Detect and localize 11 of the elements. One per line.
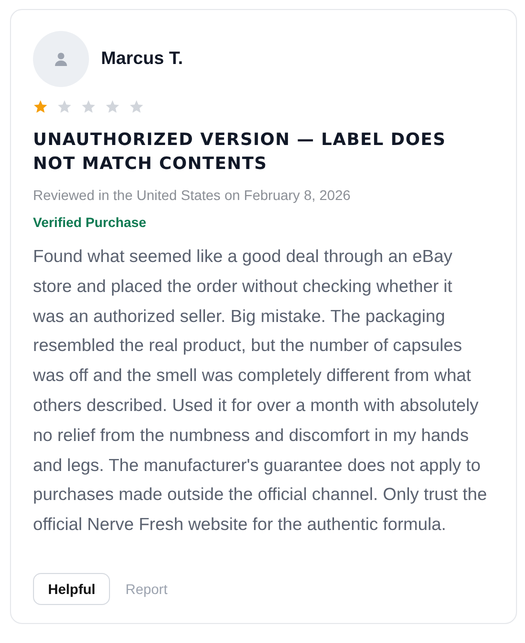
helpful-button[interactable]: Helpful <box>33 572 110 605</box>
star-icon <box>105 99 120 114</box>
review-date: Reviewed in the United States on February 8, 2026 <box>33 187 352 203</box>
star-icon <box>33 99 48 114</box>
review-title: UNAUTHORIZED VERSION — LABEL DOES NOT MATCH CONTENTS <box>33 129 447 176</box>
review-text: Found what seemed like a good deal through an eBay store and placed the order without checking whether it was an authorized seller. Big mistake. The packaging resembled the real product, but the number of capsules was off and the smell was completely different from what others described. Used it for over a month with absolutely no relief from the numbness and discomfort in my hands and legs. The manufacturer's guarantee does not apply to purchases made outside the official channel. Only trust the official Nerve Fresh website for the authentic formula. <box>33 245 488 536</box>
author-name: Marcus T. <box>101 48 184 69</box>
verified-purchase-label: Verified Purchase <box>33 215 148 230</box>
star-icon <box>81 99 96 114</box>
star-icon <box>129 99 144 114</box>
star-icon <box>57 99 72 114</box>
